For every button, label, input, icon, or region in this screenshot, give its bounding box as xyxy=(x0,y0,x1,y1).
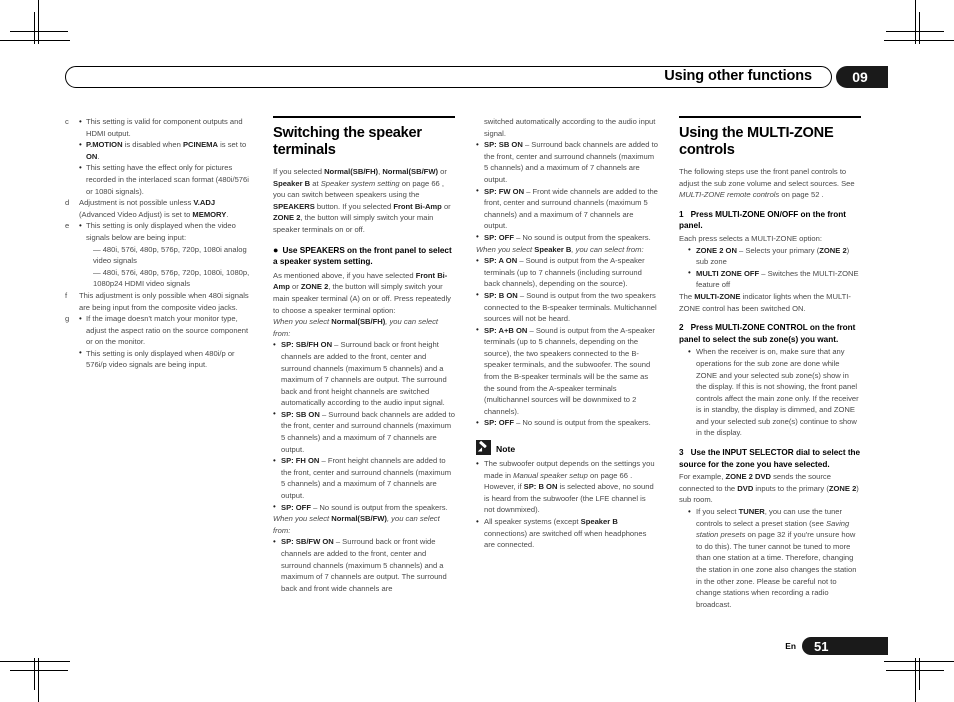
list-item: SP: FH ON – Front height channels are ad… xyxy=(273,455,455,501)
note-e-bullet-1: This setting is only displayed when the … xyxy=(79,220,252,243)
step-1-bullets: ZONE 2 ON – Selects your primary (ZONE 2… xyxy=(688,244,861,291)
list-item: SP: B ON – Sound is output from the two … xyxy=(476,289,658,325)
step-3-heading: 3 Use the INPUT SELECTOR dial to select t… xyxy=(679,447,861,470)
step-1-body: Each press selects a MULTI-ZONE option: xyxy=(679,233,822,243)
list-item: SP: OFF – No sound is output from the sp… xyxy=(476,417,658,429)
note-g-bullet-2: This setting is only displayed when 480i… xyxy=(79,347,252,371)
list-item: SP: SB ON – Surround back channels are a… xyxy=(476,139,658,185)
note-bullets: The subwoofer output depends on the sett… xyxy=(476,458,658,551)
note-item-g: g If the image doesn't match your monito… xyxy=(65,313,252,371)
chapter-number-badge: 09 xyxy=(836,66,888,88)
crop-mark-bottom-left-v2 xyxy=(34,658,35,690)
column-4: Using the MULTI-ZONE controls The follow… xyxy=(679,116,861,610)
note-item-e: e This setting is only displayed when th… xyxy=(65,220,252,290)
crop-mark-bottom-right-h2 xyxy=(886,670,944,671)
note-g-bullet-1: If the image doesn't match your monitor … xyxy=(79,313,252,348)
column-3: switched automatically according to the … xyxy=(476,116,658,610)
step-1-label: Press MULTI-ZONE ON/OFF on the front pan… xyxy=(679,209,846,231)
note-c-bullet-2: P.MOTION is disabled when PCINEMA is set… xyxy=(79,139,252,162)
list-item: SP: SB/FW ON – Surround back or front wi… xyxy=(273,536,455,594)
section-rule-multizone xyxy=(679,116,861,118)
step-2-bullets: When the receiver is on, make sure that … xyxy=(688,346,861,439)
step-2-label: Press MULTI-ZONE CONTROL on the front pa… xyxy=(679,323,856,344)
list-item: All speaker systems (except Speaker B co… xyxy=(476,516,658,551)
page-footer: En 51 xyxy=(785,637,888,655)
list-item: SP: A+B ON – Sound is output from the A-… xyxy=(476,324,658,418)
step-3-number: 3 xyxy=(679,448,684,458)
note-c-bullet-3: This setting have the effect only for pi… xyxy=(79,162,252,197)
crop-mark-top-left-v2 xyxy=(34,12,35,44)
note-item-d: d Adjustment is not possible unless V.AD… xyxy=(65,197,252,220)
footer-language-code: En xyxy=(785,641,796,651)
list-item: MULTI ZONE OFF – Switches the MULTI-ZONE… xyxy=(688,267,861,291)
section-title-multizone: Using the MULTI-ZONE controls xyxy=(679,125,834,158)
bullets-normal-sbfw-cont: SP: SB ON – Surround back channels are a… xyxy=(476,139,658,243)
note-letter-g: g xyxy=(65,314,70,324)
step-3-body: For example, ZONE 2 DVD sends the source… xyxy=(679,472,859,505)
note-label: Note xyxy=(496,444,516,455)
list-item: SP: SB ON – Surround back channels are a… xyxy=(273,408,455,455)
step-1-number: 1 xyxy=(679,209,684,219)
list-item: If you select TUNER, you can use the tun… xyxy=(688,506,861,610)
column3-continued-text: switched automatically according to the … xyxy=(484,117,656,138)
crop-mark-top-left-h1 xyxy=(0,40,70,41)
note-e-dash-1: — 480i, 576i, 480p, 576p, 720p, 1080i an… xyxy=(93,244,247,266)
filled-circle-icon: ● xyxy=(273,244,279,255)
header-title: Using other functions xyxy=(664,68,812,84)
list-item: SP: SB/FH ON – Surround back or front he… xyxy=(273,339,455,409)
list-item: The subwoofer output depends on the sett… xyxy=(476,458,658,516)
note-e-dash-2: — 480i, 576i, 480p, 576p, 720p, 1080i, 1… xyxy=(93,267,250,289)
column-1: c This setting is valid for component ou… xyxy=(65,115,252,610)
step-1-heading: 1 Press MULTI-ZONE ON/OFF on the front pa… xyxy=(679,209,861,232)
step-3-label: Use the INPUT SELECTOR dial to select th… xyxy=(679,448,861,469)
crop-mark-bottom-right-v1 xyxy=(915,658,916,702)
bullets-normal-sbfh: SP: SB/FH ON – Surround back or front he… xyxy=(273,339,455,513)
note-d-text: Adjustment is not possible unless V.ADJ … xyxy=(79,198,229,219)
note-item-f: f This adjustment is only possible when … xyxy=(65,290,252,313)
list-item: When the receiver is on, make sure that … xyxy=(688,346,861,439)
crop-mark-top-left-h2 xyxy=(10,31,68,32)
note-letter-f: f xyxy=(65,290,68,300)
crop-mark-bottom-left-h1 xyxy=(0,661,70,662)
page-columns: c This setting is valid for component ou… xyxy=(65,115,888,610)
note-f-text: This adjustment is only possible when 48… xyxy=(79,290,249,312)
step-2-heading: 2 Press MULTI-ZONE CONTROL on the front p… xyxy=(679,322,861,345)
step-3-bullets: If you select TUNER, you can use the tun… xyxy=(688,506,861,610)
select-intro-normal-sbfh: When you select Normal(SB/FH), you can s… xyxy=(273,317,439,338)
crop-mark-bottom-left-h2 xyxy=(10,670,68,671)
list-item: ZONE 2 ON – Selects your primary (ZONE 2… xyxy=(688,244,861,268)
footer-page-number: 51 xyxy=(802,637,888,655)
note-letter-d: d xyxy=(65,198,70,208)
section-title-speaker-terminals: Switching the speaker terminals xyxy=(273,125,422,158)
column-2: Switching the speaker terminals If you s… xyxy=(273,116,455,610)
list-item: SP: OFF – No sound is output from the sp… xyxy=(273,501,455,514)
note-letter-c: c xyxy=(65,117,69,126)
step-2-number: 2 xyxy=(679,323,684,333)
list-item: SP: OFF – No sound is output from the sp… xyxy=(476,231,658,244)
speaker-terminals-body: As mentioned above, if you have selected… xyxy=(273,270,451,315)
multizone-intro: The following steps use the front panel … xyxy=(679,167,855,200)
note-item-c: c This setting is valid for component ou… xyxy=(65,115,252,197)
crop-mark-bottom-left-v1 xyxy=(38,658,39,702)
running-header: Using other functions 09 xyxy=(65,66,888,88)
step-1-after: The MULTI-ZONE indicator lights when the… xyxy=(679,291,851,313)
crop-mark-bottom-right-v2 xyxy=(919,658,920,690)
crop-mark-top-left-v1 xyxy=(38,0,39,44)
crop-mark-top-right-h2 xyxy=(886,31,944,32)
bullets-normal-sbfw-start: SP: SB/FW ON – Surround back or front wi… xyxy=(273,536,455,594)
section-rule-speaker-terminals xyxy=(273,116,455,118)
note-header: Note xyxy=(476,440,658,456)
bullets-speaker-b: SP: A ON – Sound is output from the A-sp… xyxy=(476,255,658,429)
select-intro-speaker-b: When you select Speaker B, you can selec… xyxy=(476,244,644,254)
pencil-note-icon xyxy=(476,440,491,456)
speaker-terminals-intro: If you selected Normal(SB/FH), Normal(SB… xyxy=(273,167,451,234)
select-intro-normal-sbfw: When you select Normal(SB/FW), you can s… xyxy=(273,514,440,535)
list-item: SP: FW ON – Front wide channels are adde… xyxy=(476,185,658,232)
crop-mark-top-right-v2 xyxy=(919,12,920,44)
subhead-use-speakers: ● Use SPEAKERS on the front panel to sele… xyxy=(273,244,452,267)
crop-mark-top-right-v1 xyxy=(915,0,916,44)
note-letter-e: e xyxy=(65,221,70,231)
note-c-bullet-1: This setting is valid for component outp… xyxy=(79,115,252,139)
list-item: SP: A ON – Sound is output from the A-sp… xyxy=(476,255,658,290)
